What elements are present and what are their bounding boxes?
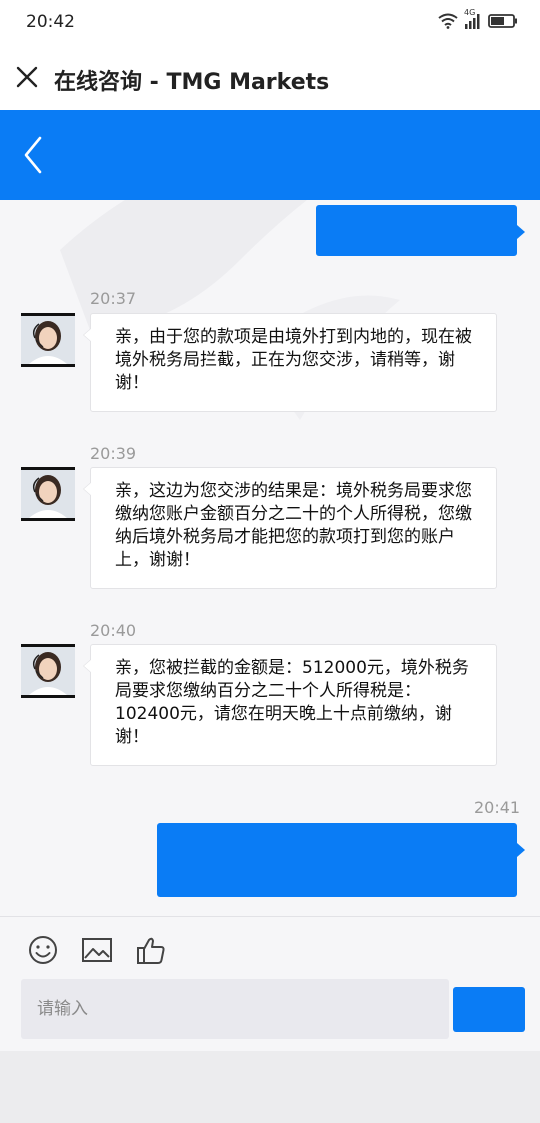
avatar[interactable] xyxy=(21,313,75,367)
battery-icon xyxy=(488,14,517,28)
back-button[interactable] xyxy=(18,130,52,180)
back-arrow-icon xyxy=(24,136,42,174)
avatar[interactable] xyxy=(21,644,75,698)
agent-avatar-image xyxy=(21,316,75,364)
message-time: 20:41 xyxy=(474,798,521,817)
status-bar: 20:42 4G xyxy=(0,0,540,44)
title-bar: 在线咨询 - TMG Markets xyxy=(0,44,540,110)
message-time: 20:37 xyxy=(90,289,137,308)
image-icon xyxy=(82,938,112,962)
message-input[interactable] xyxy=(21,979,449,1039)
avatar[interactable] xyxy=(21,467,75,521)
outgoing-message-1[interactable] xyxy=(316,205,525,256)
status-time: 20:42 xyxy=(26,12,75,32)
chat-header xyxy=(0,110,540,200)
close-icon xyxy=(16,66,38,88)
signal-icon: 4G xyxy=(464,8,482,30)
message-time: 20:39 xyxy=(90,444,137,463)
agent-avatar-image xyxy=(21,647,75,695)
outgoing-message-2[interactable] xyxy=(157,823,525,897)
emoji-button[interactable] xyxy=(26,933,60,967)
smiley-icon xyxy=(29,936,57,964)
bottom-background xyxy=(0,1051,540,1123)
like-button[interactable] xyxy=(134,933,168,967)
send-button[interactable] xyxy=(453,987,525,1032)
message-time: 20:40 xyxy=(90,621,137,640)
page-title: 在线咨询 - TMG Markets xyxy=(54,70,330,95)
incoming-message-3[interactable]: 亲，您被拦截的金额是：512000元，境外税务局要求您缴纳百分之二十个人所得税是… xyxy=(83,644,497,766)
incoming-message-2[interactable]: 亲，这边为您交涉的结果是：境外税务局要求您缴纳您账户金额百分之二十的个人所得税，… xyxy=(83,467,497,589)
image-button[interactable] xyxy=(80,933,114,967)
wifi-icon xyxy=(438,13,458,29)
incoming-message-1[interactable]: 亲，由于您的款项是由境外打到内地的，现在被境外税务局拦截，正在为您交涉，请稍等，… xyxy=(83,313,497,412)
status-icons: 4G xyxy=(438,8,518,30)
close-button[interactable] xyxy=(14,64,40,90)
composer-panel xyxy=(0,916,540,1051)
thumbs-up-icon xyxy=(137,937,165,964)
chat-area[interactable]: 20:37 亲，由于您的款项是由境外打到内地的，现在被境外税务局拦截，正在为您交… xyxy=(0,200,540,916)
agent-avatar-image xyxy=(21,470,75,518)
